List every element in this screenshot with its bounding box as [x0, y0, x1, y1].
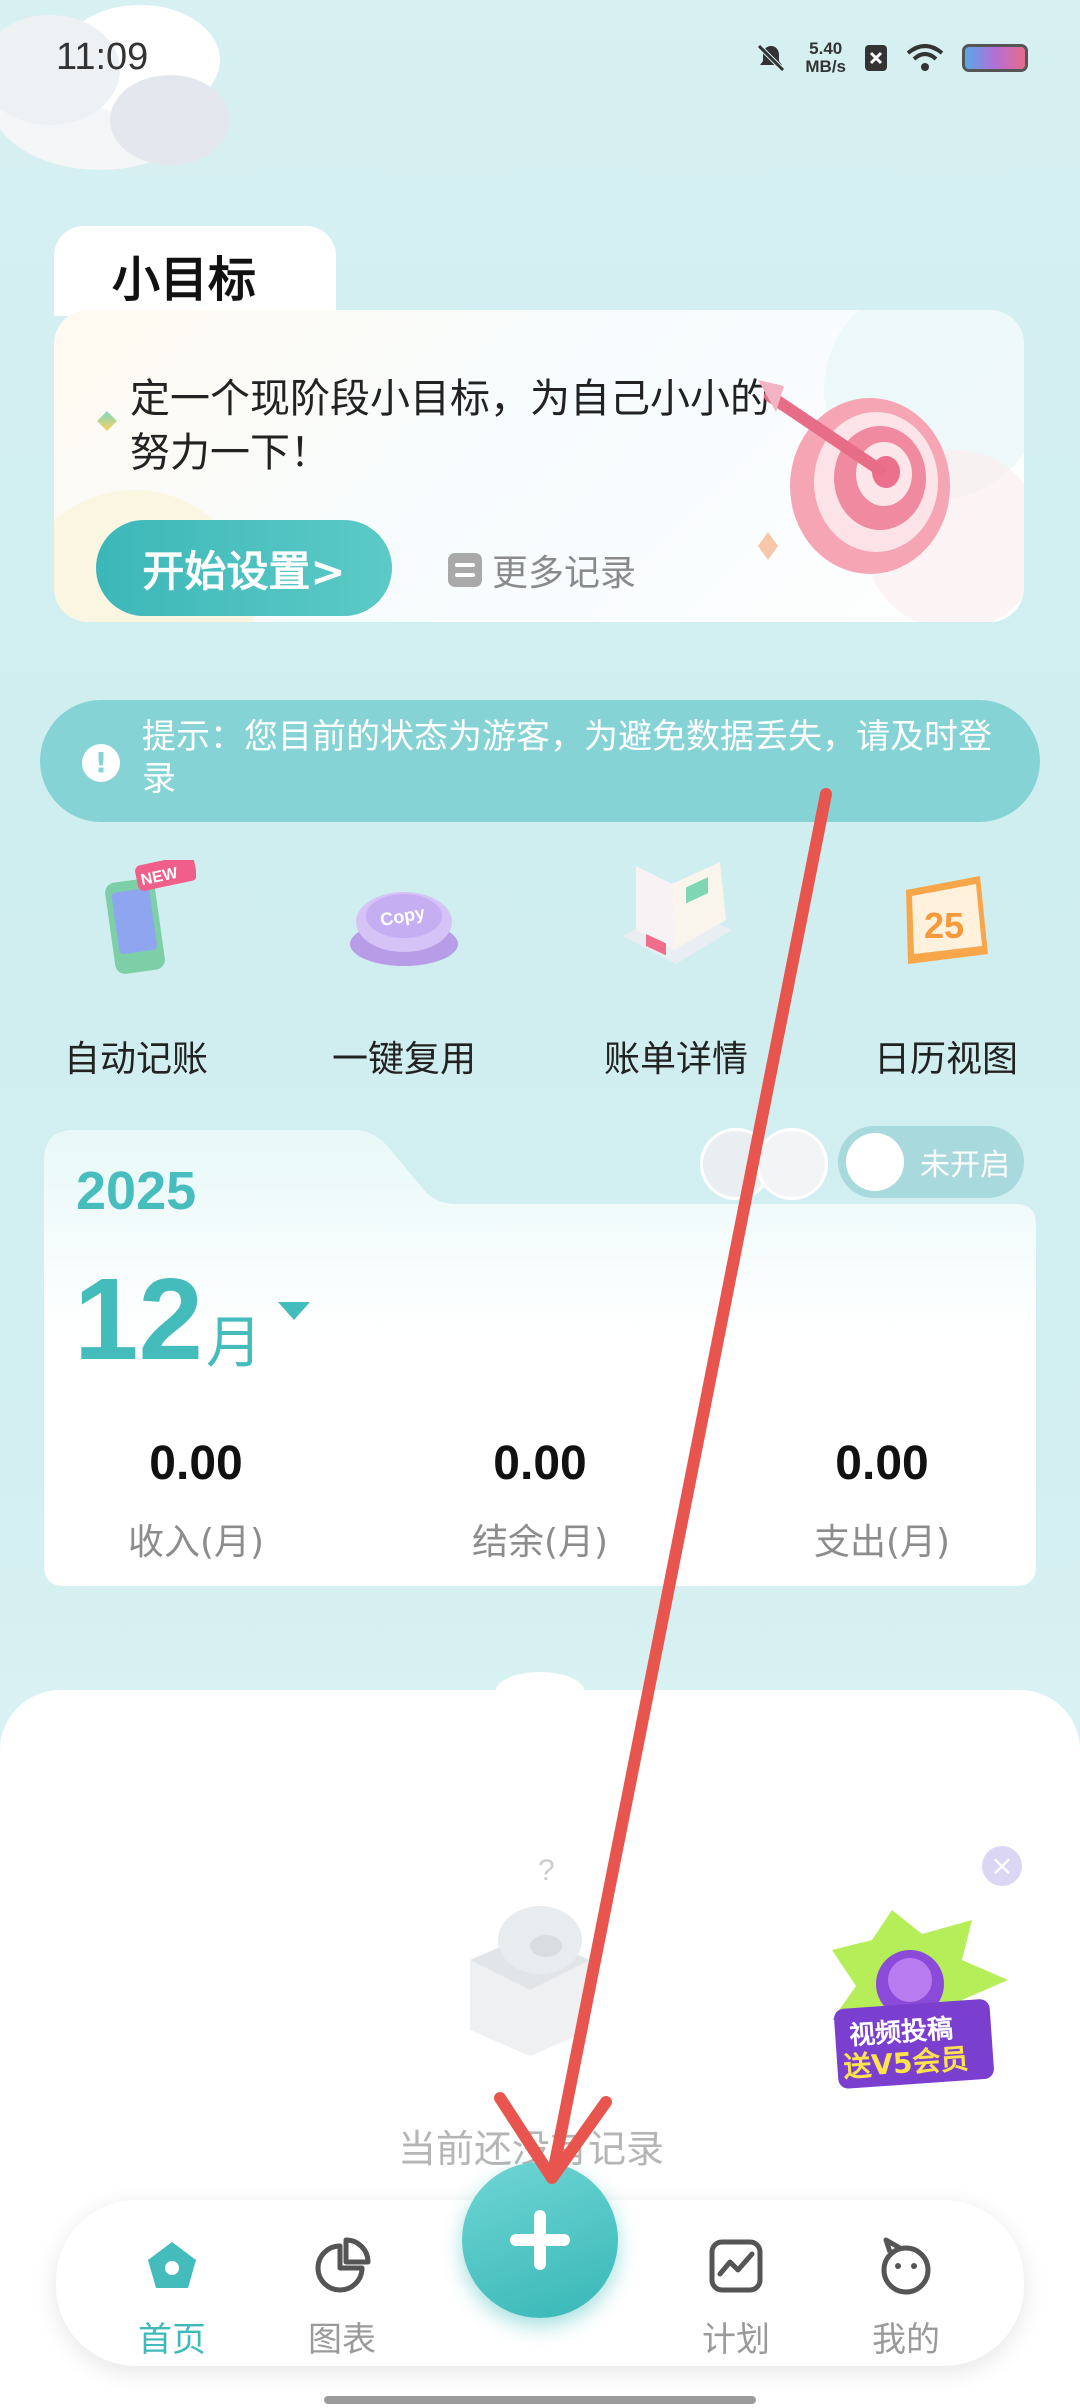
- stat-label: 收入(月): [127, 1522, 265, 1563]
- quick-action-auto-bookkeeping[interactable]: NEW 自动记账: [16, 855, 256, 1082]
- calendar-icon: 25: [886, 860, 1006, 980]
- stat-balance: 0.00 结余(月): [390, 1436, 690, 1565]
- year-label: 2025: [76, 1161, 197, 1221]
- battery-icon: [962, 44, 1028, 72]
- month-number[interactable]: 12: [74, 1252, 203, 1386]
- more-records-label: 更多记录: [492, 553, 637, 594]
- quick-action-label: 一键复用: [331, 1039, 476, 1080]
- nav-home[interactable]: 首页: [102, 2236, 242, 2361]
- stat-expense: 0.00 支出(月): [732, 1436, 1032, 1565]
- nav-label: 计划: [702, 2320, 770, 2360]
- calendar-day: 25: [924, 905, 964, 946]
- copy-button-icon: Copy: [344, 860, 464, 980]
- info-icon: !: [82, 744, 120, 782]
- quick-action-one-click-reuse[interactable]: Copy 一键复用: [284, 860, 524, 1082]
- goal-description: 定一个现阶段小目标，为自己小小的努力一下！: [130, 376, 770, 476]
- stat-label: 结余(月): [471, 1522, 609, 1563]
- toggle-knob: [846, 1133, 904, 1191]
- quick-action-label: 日历视图: [873, 1039, 1018, 1080]
- mute-bell-icon: [757, 44, 786, 72]
- pie-chart-icon: [315, 2237, 371, 2293]
- speed-value: 5.40: [809, 39, 843, 58]
- speed-unit: MB/s: [805, 57, 846, 76]
- home-icon: [148, 2242, 196, 2288]
- month-dropdown-icon[interactable]: [278, 1302, 310, 1320]
- start-setup-button[interactable]: 开始设置>: [96, 520, 392, 616]
- nav-label: 我的: [872, 2320, 940, 2360]
- stat-value: 0.00: [493, 1437, 587, 1490]
- home-indicator[interactable]: [324, 2396, 756, 2404]
- phone-icon: NEW: [76, 855, 197, 980]
- nav-chart[interactable]: 图表: [272, 2236, 412, 2361]
- empty-box-pig-illustration: ?: [470, 1854, 590, 2056]
- guest-tip-text: 提示：您目前的状态为游客，为避免数据丢失，请及时登录: [142, 717, 992, 799]
- goal-title: 小目标: [112, 252, 257, 308]
- profile-icon: [881, 2237, 931, 2295]
- pig-avatar-icon: [756, 1128, 828, 1200]
- nav-label: 首页: [138, 2320, 206, 2360]
- sheet-handle[interactable]: [496, 1672, 584, 1710]
- stat-value: 0.00: [149, 1437, 243, 1490]
- nav-label: 图表: [308, 2320, 376, 2360]
- quick-action-calendar-view[interactable]: 25 日历视图: [826, 860, 1066, 1082]
- stat-income: 0.00 收入(月): [46, 1436, 346, 1565]
- records-icon: [448, 553, 482, 587]
- sim-off-icon: [865, 45, 887, 71]
- promo-video-submission[interactable]: 视频投稿 送V5会员: [812, 1900, 1012, 2110]
- target-icon: [758, 380, 950, 574]
- status-icons: 5.40 MB/s: [755, 40, 1028, 76]
- quick-action-label: 自动记账: [63, 1039, 208, 1080]
- network-speed: 5.40 MB/s: [805, 40, 846, 76]
- stat-value: 0.00: [835, 1437, 929, 1490]
- more-records-link[interactable]: 更多记录: [448, 544, 636, 596]
- quick-action-bill-details[interactable]: 账单详情: [556, 831, 796, 1082]
- cloud-decoration: [0, 5, 230, 170]
- feature-toggle[interactable]: 未开启: [838, 1126, 1024, 1198]
- month-unit: 月: [206, 1311, 262, 1376]
- toggle-label: 未开启: [920, 1148, 1010, 1183]
- add-record-button[interactable]: [462, 2162, 618, 2318]
- promo-close-icon[interactable]: ×: [982, 1846, 1022, 1886]
- ledger-book-icon: [616, 831, 736, 980]
- nav-profile[interactable]: 我的: [836, 2236, 976, 2361]
- trend-chart-icon: [709, 2239, 763, 2293]
- quick-action-label: 账单详情: [603, 1039, 748, 1080]
- wifi-icon: [906, 44, 944, 71]
- svg-text:?: ?: [538, 1854, 555, 1887]
- nav-plan[interactable]: 计划: [666, 2236, 806, 2361]
- stat-label: 支出(月): [813, 1522, 951, 1563]
- status-time: 11:09: [56, 36, 149, 78]
